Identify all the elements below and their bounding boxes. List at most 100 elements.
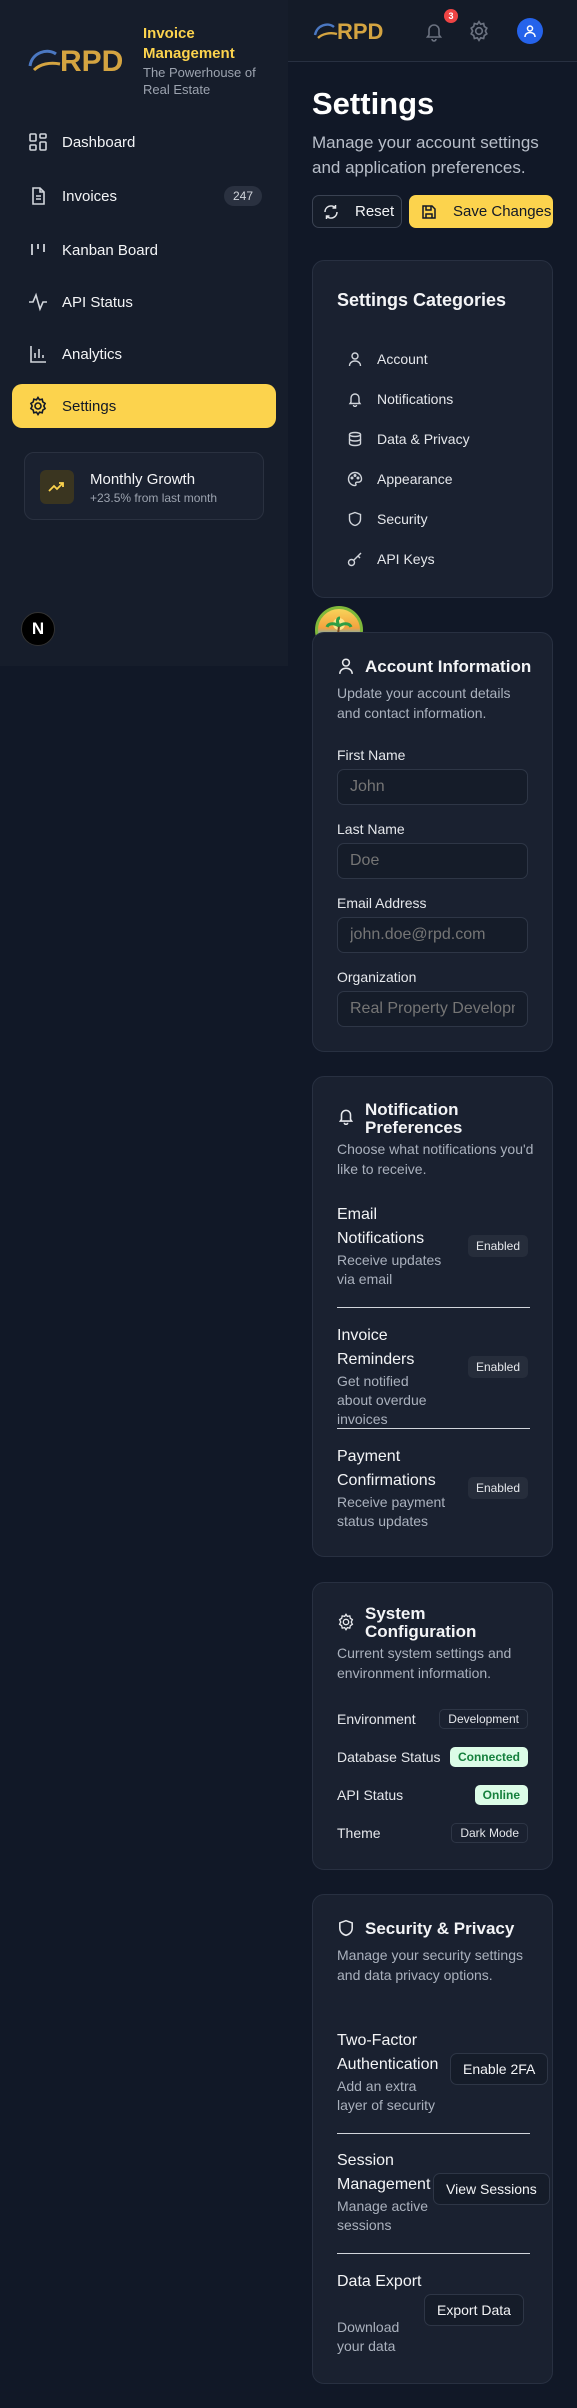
trending-up-icon (40, 470, 74, 504)
divider (337, 2133, 530, 2134)
reset-button-label: Reset (355, 203, 395, 220)
sidebar-item-api-status[interactable]: API Status (12, 280, 276, 324)
organization-input[interactable] (337, 991, 528, 1027)
svg-text:RPD: RPD (337, 19, 383, 44)
theme-label: Theme (337, 1825, 381, 1841)
category-label: Security (377, 511, 428, 527)
sidebar-item-label: Invoices (62, 187, 118, 205)
monthly-growth-card: Monthly Growth +23.5% from last month (24, 452, 264, 520)
card-title: Security & Privacy (365, 1919, 515, 1938)
setting-title: Invoice Reminders (337, 1327, 415, 1368)
account-information-card: Account Information Update your account … (312, 632, 553, 1052)
category-label: Account (377, 351, 428, 367)
sidebar-item-label: Analytics (62, 345, 123, 363)
setting-description: Manage active sessions (337, 2198, 429, 2233)
rpd-logo: RPD (26, 40, 134, 80)
brand-title: Invoice Management (143, 25, 235, 62)
gear-icon (337, 1613, 355, 1631)
save-button-label: Save Changes (453, 203, 552, 220)
brand-subtitle: The Powerhouse of Real Estate (143, 65, 256, 97)
key-icon (347, 552, 362, 567)
shield-icon (337, 1919, 355, 1937)
user-icon (337, 657, 355, 675)
sidebar-item-dashboard[interactable]: Dashboard (12, 120, 276, 164)
nextjs-devtools-badge[interactable]: N (21, 612, 55, 646)
database-status-badge: Connected (449, 1747, 528, 1767)
category-security[interactable]: Security (347, 509, 428, 529)
dashboard-icon (28, 132, 48, 152)
notification-count-badge: 3 (444, 9, 458, 23)
first-name-label: First Name (337, 747, 406, 763)
email-input[interactable] (337, 917, 528, 953)
sidebar-item-kanban-board[interactable]: Kanban Board (12, 228, 276, 272)
category-data-privacy[interactable]: Data & Privacy (347, 429, 470, 449)
setting-description: Get notified about overdue invoices (337, 1373, 427, 1427)
page-title: Settings (312, 86, 435, 121)
divider (337, 1428, 530, 1429)
svg-text:RPD: RPD (60, 45, 123, 78)
kanban-icon (28, 240, 48, 260)
divider (337, 2253, 530, 2254)
environment-value: Development (439, 1709, 528, 1729)
save-icon (421, 204, 453, 220)
invoice-count-badge: 247 (223, 186, 262, 206)
rpd-logo[interactable]: RPD (312, 17, 396, 45)
setting-title: Two-Factor Authentication (337, 2032, 439, 2073)
growth-subtitle: +23.5% from last month (90, 491, 218, 505)
category-label: Notifications (377, 391, 454, 407)
environment-label: Environment (337, 1711, 416, 1727)
api-status-label: API Status (337, 1787, 404, 1803)
category-api-keys[interactable]: API Keys (347, 549, 435, 569)
category-appearance[interactable]: Appearance (347, 469, 453, 489)
sidebar-item-analytics[interactable]: Analytics (12, 332, 276, 376)
sidebar-item-label: Settings (62, 397, 117, 415)
brand[interactable]: RPD Invoice Management The Powerhouse of… (26, 22, 276, 102)
sidebar-item-settings[interactable]: Settings (12, 384, 276, 428)
palette-icon (347, 471, 363, 487)
sidebar-item-invoices[interactable]: Invoices 247 (12, 174, 276, 218)
system-configuration-card: System Configuration Current system sett… (312, 1582, 553, 1870)
organization-label: Organization (337, 969, 417, 985)
database-status-label: Database Status (337, 1749, 441, 1765)
sidebar-item-label: API Status (62, 293, 133, 311)
category-label: Appearance (377, 471, 453, 487)
file-text-icon (28, 186, 48, 206)
reset-button[interactable]: Reset (312, 195, 402, 228)
save-changes-button[interactable]: Save Changes (409, 195, 553, 228)
email-notifications-status[interactable]: Enabled (467, 1235, 528, 1257)
growth-title: Monthly Growth (90, 471, 196, 488)
card-description: Update your account details and contact … (337, 685, 511, 721)
sidebar-item-label: Dashboard (62, 133, 136, 151)
card-title: Account Information (365, 657, 532, 676)
category-label: API Keys (377, 551, 435, 567)
payment-confirmations-status[interactable]: Enabled (467, 1477, 528, 1499)
last-name-input[interactable] (337, 843, 528, 879)
security-privacy-card: Security & Privacy Manage your security … (312, 1894, 553, 2384)
settings-categories-card: Settings Categories Account Notification… (312, 260, 553, 598)
user-avatar[interactable] (517, 18, 543, 44)
refresh-icon (323, 204, 355, 220)
activity-icon (28, 292, 48, 312)
notification-preferences-card: Notification Preferences Choose what not… (312, 1076, 553, 1557)
enable-2fa-button[interactable]: Enable 2FA (450, 2053, 549, 2085)
export-data-button[interactable]: Export Data (424, 2294, 524, 2326)
sidebar-item-label: Kanban Board (62, 241, 158, 259)
settings-gear-icon[interactable] (468, 20, 490, 42)
first-name-input[interactable] (337, 769, 528, 805)
notifications-bell-icon[interactable] (423, 20, 445, 42)
view-sessions-button[interactable]: View Sessions (433, 2173, 550, 2205)
setting-description: Download your data (337, 2319, 400, 2354)
setting-title: Data Export (337, 2273, 422, 2290)
sidebar: RPD Invoice Management The Powerhouse of… (0, 0, 288, 666)
invoice-reminders-status[interactable]: Enabled (467, 1356, 528, 1378)
category-account[interactable]: Account (347, 349, 428, 369)
card-title: System Configuration (365, 1604, 477, 1641)
page-subtitle: Manage your account settings and applica… (312, 133, 539, 177)
setting-description: Add an extra layer of security (337, 2078, 436, 2113)
bell-icon (348, 393, 362, 407)
setting-description: Receive payment status updates (337, 1494, 446, 1529)
setting-title: Payment Confirmations (337, 1448, 436, 1489)
divider (337, 1307, 530, 1308)
email-label: Email Address (337, 895, 427, 911)
category-notifications[interactable]: Notifications (347, 389, 453, 409)
